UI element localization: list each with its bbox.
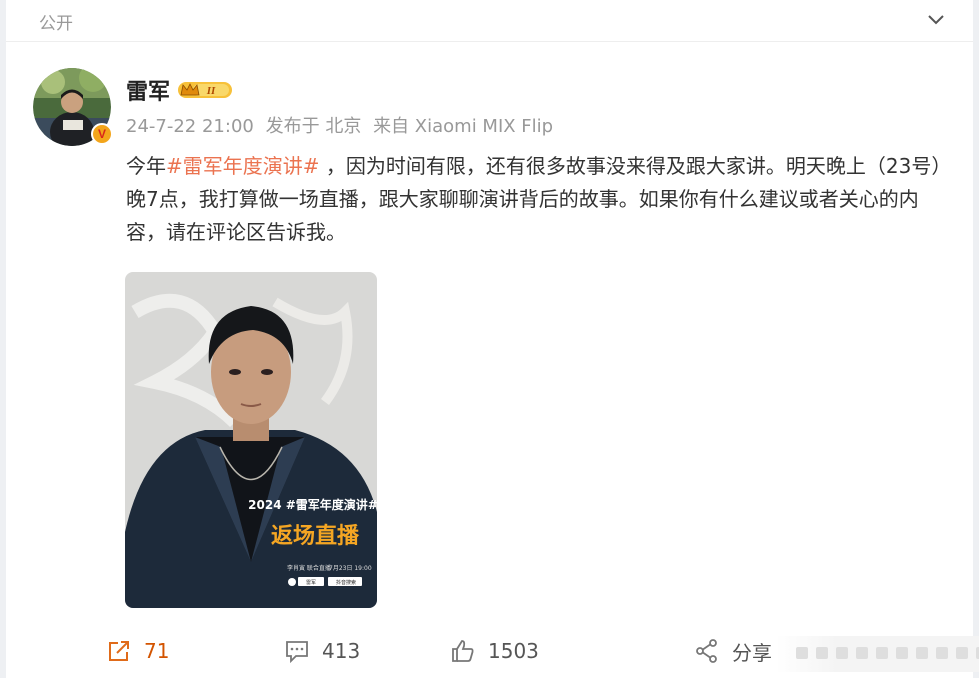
author-name[interactable]: 雷军 [126,74,170,106]
repost-button[interactable]: 71 [106,638,169,664]
svg-text:II: II [206,85,216,97]
share-button[interactable]: 分享 [694,638,772,665]
verified-badge: V [91,123,113,145]
share-label: 分享 [732,640,772,665]
post-device[interactable]: 来自 Xiaomi MIX Flip [373,116,553,137]
author-row: 雷军 II [126,75,235,105]
poster-line: 李肖寅 联合直播 [287,564,331,572]
poster-title: 返场直播 [271,523,360,549]
comment-icon [286,641,308,664]
visibility-label: 公开 [39,14,73,34]
post-text-prefix: 今年 [126,154,166,178]
author-avatar[interactable]: V [33,68,113,146]
poster-platform-name: 雷军 [306,580,316,586]
like-count: 1503 [488,639,539,663]
repost-count: 71 [144,639,170,663]
post-time[interactable]: 24-7-22 21:00 [126,116,254,137]
poster-search-label: 抖音搜索 [336,579,356,586]
poster-image: 2024 #雷军年度演讲# 返场直播 李肖寅 联合直播 7月23日 19:00 … [125,272,377,608]
thumbs-up-icon [452,640,474,662]
share-icon [696,639,717,663]
hashtag-link[interactable]: #雷军年度演讲# [166,154,320,178]
repost-icon [109,641,129,661]
watermark-blur [796,647,979,659]
post-meta: 24-7-22 21:00 发布于 北京 来自 Xiaomi MIX Flip [126,112,559,138]
post-location: 发布于 北京 [265,116,362,137]
like-button[interactable]: 1503 [450,638,539,664]
post-visibility-bar: 公开 [6,0,973,42]
poster-date: 7月23日 19:00 [329,565,372,572]
weibo-post-card: 公开 V 雷军 II 24-7-22 21:00 发布于 北京 来自 Xiaom… [6,0,979,678]
comment-count: 413 [322,639,361,663]
tiktok-icon [288,578,296,586]
comment-button[interactable]: 413 [284,638,360,664]
chevron-down-icon[interactable] [925,8,947,30]
member-rank-icon[interactable]: II [177,80,235,100]
post-text: 今年#雷军年度演讲# ，因为时间有限，还有很多故事没来得及跟大家讲。明天晚上（2… [126,150,946,249]
post-image[interactable]: 2024 #雷军年度演讲# 返场直播 李肖寅 联合直播 7月23日 19:00 … [125,272,377,608]
poster-headline: 2024 #雷军年度演讲# [248,497,377,512]
